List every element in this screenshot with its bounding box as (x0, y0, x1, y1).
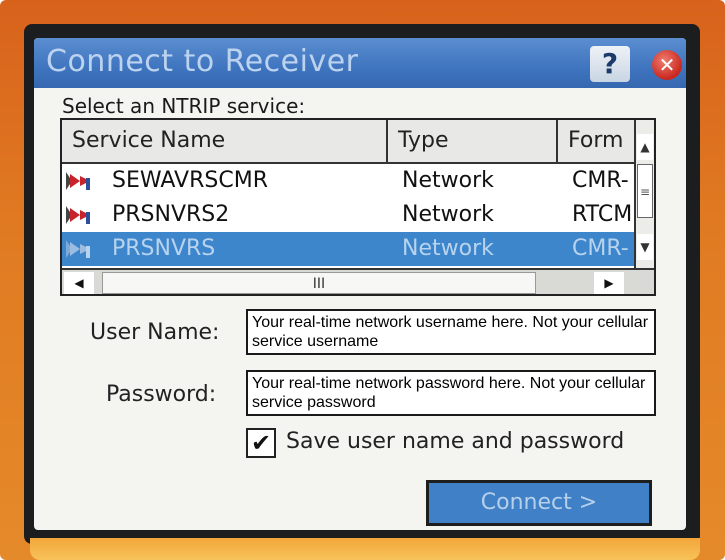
close-icon: ✕ (658, 53, 676, 77)
network-service-icon (66, 206, 90, 224)
grip-icon: III (312, 276, 326, 292)
close-button[interactable]: ✕ (652, 50, 682, 80)
window-title: Connect to Receiver (46, 44, 359, 79)
device-bottom-edge (30, 538, 700, 560)
service-type: Network (402, 236, 494, 261)
service-name: SEWAVRSCMR (112, 168, 268, 193)
arrow-right-icon: ▶ (604, 276, 614, 290)
save-credentials-label[interactable]: Save user name and password (286, 429, 624, 454)
save-credentials-checkbox[interactable]: ✔ (246, 428, 276, 458)
arrow-up-icon: ▲ (640, 140, 650, 154)
service-type: Network (402, 202, 494, 227)
vertical-scroll-thumb[interactable]: ≡ (637, 164, 653, 218)
scroll-down-button[interactable]: ▼ (637, 234, 653, 260)
column-header-format[interactable]: Form (558, 120, 636, 164)
password-field[interactable]: Your real-time network password here. No… (246, 370, 656, 416)
service-format: CMR- (572, 236, 629, 261)
title-bar: Connect to Receiver ? ✕ (34, 38, 686, 88)
service-row-sewavrscmr[interactable]: SEWAVRSCMR Network CMR- (62, 164, 634, 198)
checkmark-icon: ✔ (250, 429, 272, 457)
arrow-left-icon: ◀ (74, 276, 84, 290)
username-field[interactable]: Your real-time network username here. No… (246, 309, 656, 355)
scroll-up-button[interactable]: ▲ (637, 134, 653, 160)
service-type: Network (402, 168, 494, 193)
username-label: User Name: (90, 320, 220, 345)
column-header-service-name[interactable]: Service Name (62, 120, 388, 164)
column-header-type[interactable]: Type (388, 120, 558, 164)
arrow-down-icon: ▼ (640, 240, 650, 254)
network-service-icon (66, 240, 90, 258)
list-header: Service Name Type Form (62, 120, 634, 164)
password-label: Password: (106, 382, 217, 407)
service-row-prsnvrs2[interactable]: PRSNVRS2 Network RTCM (62, 198, 634, 232)
grip-icon: ≡ (639, 185, 651, 199)
service-name: PRSNVRS2 (112, 202, 230, 227)
connect-button[interactable]: Connect > (426, 480, 652, 526)
select-service-prompt: Select an NTRIP service: (62, 94, 306, 118)
horizontal-scrollbar[interactable]: ◀ III ▶ (62, 268, 654, 294)
scroll-right-button[interactable]: ▶ (594, 272, 624, 294)
help-button[interactable]: ? (590, 46, 630, 82)
network-service-icon (66, 172, 90, 190)
service-row-prsnvrs-selected[interactable]: PRSNVRS Network CMR- (62, 232, 634, 266)
question-icon: ? (601, 47, 619, 80)
service-format: RTCM (572, 202, 633, 227)
ntrip-service-list[interactable]: Service Name Type Form SEWAVRSCMR Networ… (60, 118, 656, 296)
service-name: PRSNVRS (112, 236, 216, 261)
vertical-scrollbar[interactable]: ▲ ≡ ▼ (634, 120, 654, 268)
service-format: CMR- (572, 168, 629, 193)
dialog-window: Connect to Receiver ? ✕ Select an NTRIP … (34, 38, 686, 530)
horizontal-scroll-thumb[interactable]: III (102, 272, 536, 294)
scroll-left-button[interactable]: ◀ (64, 272, 94, 294)
